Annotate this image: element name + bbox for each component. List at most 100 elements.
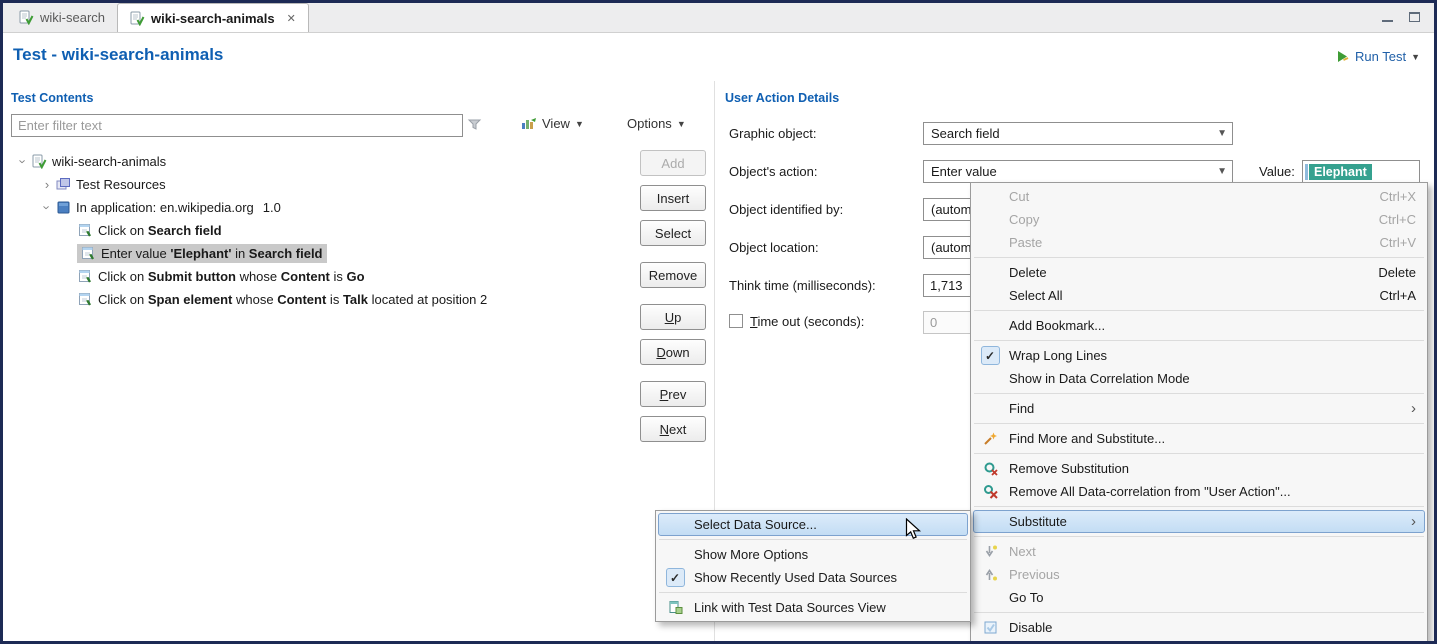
tree-item-enter-value-elephant-in-search-field[interactable]: Enter value 'Elephant' in Search field (3, 242, 712, 265)
graphic-object-combo[interactable]: Search field ▼ (923, 122, 1233, 145)
menu-item-label: Select All (1009, 288, 1062, 303)
menu-item-label: Remove All Data-correlation from "User A… (1009, 484, 1291, 499)
menu-item-find-more-and-substitute[interactable]: Find More and Substitute... (973, 427, 1425, 450)
tree-item-text: Submit button (148, 269, 236, 284)
tree-item-text: In application: en.wikipedia.org (76, 200, 254, 215)
tree-item-text: Talk (343, 292, 368, 307)
menu-item-cut[interactable]: CutCtrl+X (973, 185, 1425, 208)
menu-item-delete[interactable]: DeleteDelete (973, 261, 1425, 284)
menu-item-go-to[interactable]: Go To (973, 586, 1425, 609)
previous-icon (978, 564, 1002, 585)
down-button[interactable]: Down (640, 339, 706, 365)
filter-settings-icon[interactable] (467, 117, 482, 132)
menu-item-label: Substitute (1009, 514, 1067, 529)
add-button[interactable]: Add (640, 150, 706, 176)
menu-item-label: Find (1009, 401, 1034, 416)
chevron-down-icon: ▼ (575, 119, 584, 129)
tree-item-text: Enter value (101, 246, 170, 261)
tree-item-text: is (326, 292, 343, 307)
tab-wiki-search[interactable]: wiki-search (7, 3, 117, 32)
menu-icon-gutter (978, 232, 1002, 253)
view-dropdown[interactable]: View ▼ (521, 116, 584, 131)
tree-item-body: wiki-search-animals (31, 152, 170, 171)
tree-item-text: whose (236, 269, 281, 284)
tree-item-test-resources[interactable]: ›Test Resources (3, 173, 712, 196)
menu-item-previous[interactable]: Previous (973, 563, 1425, 586)
menu-item-disable[interactable]: Disable (973, 616, 1425, 639)
menu-item-label: Show in Data Correlation Mode (1009, 371, 1190, 386)
substituted-value: Elephant (1309, 164, 1372, 180)
substitution-marker (1305, 164, 1308, 180)
test-contents-panel: Test Contents View ▼ Options ▼ › wiki-sea… (3, 81, 715, 641)
menu-item-shortcut: Ctrl+C (1349, 212, 1416, 227)
tab-close-icon[interactable]: ✕ (287, 12, 296, 25)
test-editor-icon (31, 154, 48, 169)
remove-button[interactable]: Remove (640, 262, 706, 288)
submenu-arrow-icon: › (1411, 514, 1416, 529)
submenu-item-link-with-test-data-sources-view[interactable]: Link with Test Data Sources View (658, 596, 968, 619)
menu-item-substitute[interactable]: Substitute › (973, 510, 1425, 533)
menu-item-label: Link with Test Data Sources View (694, 600, 886, 615)
menu-item-label: Next (1009, 544, 1036, 559)
filter-input[interactable] (11, 114, 463, 137)
expand-icon[interactable]: › (39, 177, 55, 192)
menu-item-find[interactable]: Find› (973, 397, 1425, 420)
value-input[interactable]: Elephant (1302, 160, 1420, 183)
test-contents-header: Test Contents (11, 91, 93, 105)
menu-icon-gutter (663, 544, 687, 565)
object-location-label: Object location: (729, 240, 819, 255)
submenu-item-show-recently-used-data-sources[interactable]: ✓Show Recently Used Data Sources (658, 566, 968, 589)
menu-icon-gutter (978, 285, 1002, 306)
menu-item-copy[interactable]: CopyCtrl+C (973, 208, 1425, 231)
options-dropdown[interactable]: Options ▼ (627, 116, 686, 131)
tree-item-text: 'Elephant' (170, 246, 231, 261)
tree-item-text: wiki-search-animals (52, 154, 166, 169)
menu-item-show-in-data-correlation-mode[interactable]: Show in Data Correlation Mode (973, 367, 1425, 390)
tree-item-text: located at position 2 (368, 292, 487, 307)
minimize-icon[interactable] (1382, 20, 1393, 22)
tree-item-click-on-search-field[interactable]: Click on Search field (3, 219, 712, 242)
tab-label: wiki-search-animals (151, 11, 275, 26)
menu-item-next[interactable]: Next (973, 540, 1425, 563)
menu-item-add-bookmark[interactable]: Add Bookmark... (973, 314, 1425, 337)
menu-item-shortcut: Delete (1348, 265, 1416, 280)
menu-item-wrap-long-lines[interactable]: ✓Wrap Long Lines (973, 344, 1425, 367)
link-data-sources-icon (663, 597, 687, 618)
tab-wiki-search-animals[interactable]: wiki-search-animals ✕ (117, 3, 309, 32)
menu-item-label: Disable (1009, 620, 1052, 635)
objects-action-combo[interactable]: Enter value ▼ (923, 160, 1233, 183)
maximize-icon[interactable] (1409, 12, 1420, 22)
context-menu: CutCtrl+XCopyCtrl+CPasteCtrl+V DeleteDele… (970, 182, 1428, 641)
menu-separator (974, 536, 1424, 537)
tree-item-text: 1.0 (263, 200, 281, 215)
menu-item-select-all[interactable]: Select AllCtrl+A (973, 284, 1425, 307)
objects-action-label: Object's action: (729, 164, 817, 179)
user-action-icon (77, 269, 94, 284)
tree-item-text: Content (277, 292, 326, 307)
up-button[interactable]: Up (640, 304, 706, 330)
user-action-icon (77, 292, 94, 307)
substitute-submenu: Select Data Source...Show More Options✓S… (655, 510, 971, 622)
chevron-down-icon[interactable]: ▼ (1411, 52, 1420, 62)
tree-item-click-on-submit-button-whose-content-is-[interactable]: Click on Submit button whose Content is … (3, 265, 712, 288)
collapse-icon[interactable]: › (40, 200, 55, 216)
app-window: wiki-search wiki-search-animals ✕ Test -… (0, 0, 1437, 644)
run-test-button[interactable]: Run Test ▼ (1335, 49, 1420, 64)
menu-item-label: Show More Options (694, 547, 808, 562)
tree-item-in-application-en-wikipedia-org-1-0[interactable]: › In application: en.wikipedia.org 1.0 (3, 196, 712, 219)
timeout-checkbox[interactable] (729, 314, 743, 328)
collapse-icon[interactable]: › (16, 154, 31, 170)
menu-item-shortcut: Ctrl+X (1350, 189, 1416, 204)
tree-item-wiki-search-animals[interactable]: › wiki-search-animals (3, 150, 712, 173)
user-action-details-header: User Action Details (725, 91, 839, 105)
menu-item-paste[interactable]: PasteCtrl+V (973, 231, 1425, 254)
next-button[interactable]: Next (640, 416, 706, 442)
prev-button[interactable]: Prev (640, 381, 706, 407)
tree-item-click-on-span-element-whose-content-is-t[interactable]: Click on Span element whose Content is T… (3, 288, 712, 311)
editor-tab-bar: wiki-search wiki-search-animals ✕ (3, 3, 1434, 33)
tree-action-buttons: Add Insert Select Remove Up Down Prev Next (640, 150, 710, 442)
select-button[interactable]: Select (640, 220, 706, 246)
insert-button[interactable]: Insert (640, 185, 706, 211)
menu-item-remove-all-data-correlation-from-user-ac[interactable]: Remove All Data-correlation from "User A… (973, 480, 1425, 503)
menu-item-remove-substitution[interactable]: Remove Substitution (973, 457, 1425, 480)
